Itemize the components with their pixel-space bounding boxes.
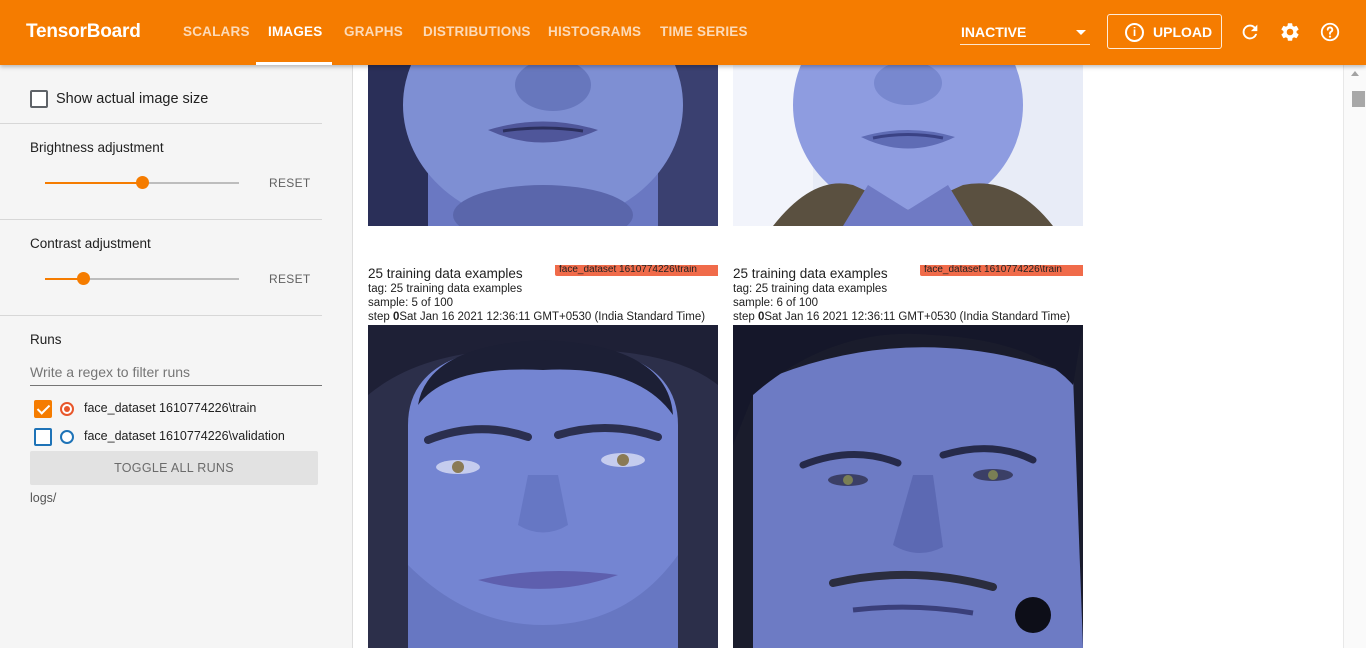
- image-sample-4[interactable]: [733, 65, 1083, 226]
- show-actual-size-label: Show actual image size: [56, 91, 209, 107]
- card-title: 25 training data examples: [368, 266, 523, 281]
- divider: [0, 123, 322, 124]
- brightness-label: Brightness adjustment: [30, 140, 164, 155]
- brightness-slider-thumb[interactable]: [135, 176, 149, 189]
- tab-images[interactable]: IMAGES: [268, 24, 322, 39]
- app-title: TensorBoard: [26, 21, 141, 42]
- images-dashboard: 25 training data examples face_dataset 1…: [353, 65, 1343, 648]
- step-label: step: [733, 311, 755, 323]
- tab-distributions[interactable]: DISTRIBUTIONS: [423, 24, 531, 39]
- runs-filter-input[interactable]: [30, 358, 322, 386]
- show-actual-size-checkbox[interactable]: [30, 90, 48, 108]
- run-validation-radio[interactable]: [60, 430, 74, 444]
- brightness-reset-button[interactable]: RESET: [269, 176, 311, 190]
- top-app-bar: TensorBoard SCALARS IMAGES GRAPHS DISTRI…: [0, 0, 1366, 65]
- sidebar: Show actual image size Brightness adjust…: [0, 65, 353, 648]
- run-validation-checkbox[interactable]: [34, 428, 52, 446]
- upload-button[interactable]: i UPLOAD: [1107, 14, 1222, 49]
- divider: [0, 315, 322, 316]
- page-scrollbar[interactable]: [1343, 65, 1366, 648]
- run-train-radio[interactable]: [60, 402, 74, 416]
- card-tag: tag: 25 training data examples: [368, 283, 523, 295]
- chevron-down-icon: [1076, 30, 1086, 35]
- run-badge: face_dataset 1610774226\train: [555, 265, 718, 276]
- contrast-label: Contrast adjustment: [30, 236, 151, 251]
- step-time: Sat Jan 16 2021 12:36:11 GMT+0530 (India…: [764, 311, 1071, 323]
- logdir-label: logs/: [30, 491, 57, 505]
- card-title: 25 training data examples: [733, 266, 888, 281]
- card-sample: sample: 6 of 100: [733, 297, 819, 309]
- brightness-slider-fill: [45, 182, 142, 184]
- run-train-label: face_dataset 1610774226\train: [84, 401, 257, 415]
- scroll-up-arrow-icon[interactable]: [1351, 71, 1359, 76]
- status-select[interactable]: INACTIVE: [960, 19, 1090, 45]
- card-tag: tag: 25 training data examples: [733, 283, 888, 295]
- status-select-value: INACTIVE: [961, 24, 1027, 40]
- contrast-slider-thumb[interactable]: [77, 272, 91, 285]
- tab-graphs[interactable]: GRAPHS: [344, 24, 403, 39]
- image-sample-5[interactable]: [368, 325, 718, 648]
- info-icon: i: [1125, 23, 1144, 42]
- card-step: step 0Sat Jan 16 2021 12:36:11 GMT+0530 …: [733, 311, 1070, 323]
- step-label: step: [368, 311, 390, 323]
- card-step: step 0Sat Jan 16 2021 12:36:11 GMT+0530 …: [368, 311, 705, 323]
- image-sample-6[interactable]: [733, 325, 1083, 648]
- tab-time-series[interactable]: TIME SERIES: [660, 24, 748, 39]
- run-validation-label: face_dataset 1610774226\validation: [84, 429, 285, 443]
- help-icon[interactable]: [1319, 21, 1341, 43]
- divider: [0, 219, 322, 220]
- run-train-checkbox[interactable]: [34, 400, 52, 418]
- upload-label: UPLOAD: [1153, 24, 1213, 40]
- settings-icon[interactable]: [1279, 21, 1301, 43]
- tab-scalars[interactable]: SCALARS: [183, 24, 250, 39]
- active-tab-indicator: [256, 62, 332, 65]
- run-badge: face_dataset 1610774226\train: [920, 265, 1083, 276]
- step-time: Sat Jan 16 2021 12:36:11 GMT+0530 (India…: [399, 311, 706, 323]
- toggle-all-runs-button[interactable]: TOGGLE ALL RUNS: [30, 451, 318, 485]
- card-sample: sample: 5 of 100: [368, 297, 454, 309]
- contrast-reset-button[interactable]: RESET: [269, 272, 311, 286]
- refresh-icon[interactable]: [1239, 21, 1261, 43]
- runs-title: Runs: [30, 332, 62, 347]
- image-sample-3[interactable]: [368, 65, 718, 226]
- scrollbar-thumb[interactable]: [1352, 91, 1365, 107]
- tab-histograms[interactable]: HISTOGRAMS: [548, 24, 641, 39]
